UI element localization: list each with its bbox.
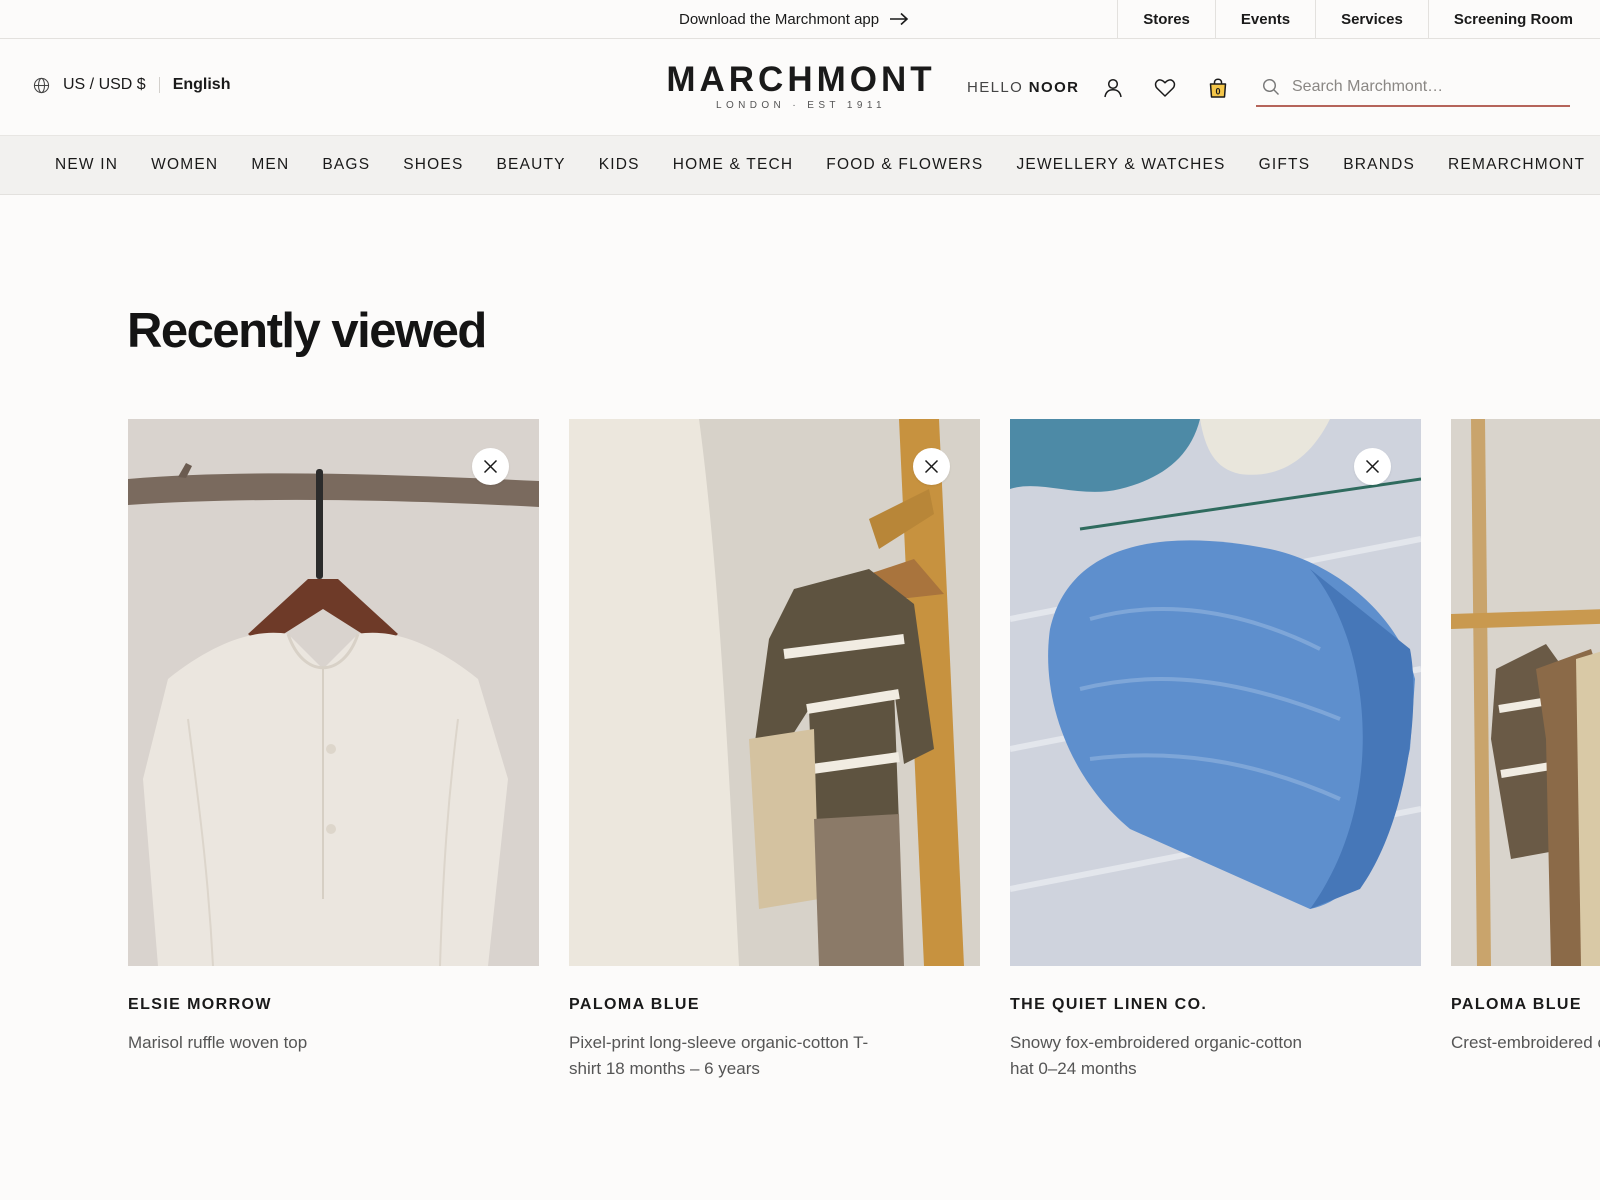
- nav-shoes[interactable]: SHOES: [403, 156, 463, 174]
- bag-count: 0: [1215, 87, 1220, 97]
- nav-kids[interactable]: KIDS: [599, 156, 640, 174]
- app-download-label: Download the Marchmont app: [679, 10, 880, 28]
- product-photo-knit-hat: [1010, 419, 1421, 966]
- site-header: US / USD $ English MARCHMONT LONDON · ES…: [0, 39, 1600, 135]
- currency-selector[interactable]: US / USD $: [63, 76, 146, 94]
- screening-room-link[interactable]: Screening Room: [1427, 0, 1600, 38]
- main-navigation: NEW IN WOMEN MEN BAGS SHOES BEAUTY KIDS …: [0, 135, 1600, 195]
- product-name[interactable]: Snowy fox-embroidered organic-cotton hat…: [1010, 1030, 1330, 1082]
- search-icon: [1262, 78, 1279, 95]
- product-brand[interactable]: PALOMA BLUE: [1451, 996, 1600, 1014]
- arrow-right-icon: [890, 12, 909, 26]
- services-link[interactable]: Services: [1315, 0, 1428, 38]
- stores-link[interactable]: Stores: [1117, 0, 1215, 38]
- nav-jewellery-watches[interactable]: JEWELLERY & WATCHES: [1016, 156, 1225, 174]
- app-download-link[interactable]: Download the Marchmont app: [679, 0, 909, 38]
- section-title: Recently viewed: [127, 304, 487, 358]
- product-image[interactable]: [1451, 419, 1600, 966]
- logo-tagline: LONDON · EST 1911: [715, 100, 887, 111]
- product-photo-clothes-rack: [1451, 419, 1600, 966]
- search-input[interactable]: [1292, 78, 1552, 96]
- nav-remarchmont[interactable]: REMARCHMONT: [1448, 156, 1585, 174]
- close-icon: [924, 459, 939, 474]
- product-name[interactable]: Marisol ruffle woven top: [128, 1030, 448, 1056]
- nav-food-flowers[interactable]: FOOD & FLOWERS: [826, 156, 983, 174]
- product-image[interactable]: [1010, 419, 1421, 966]
- site-logo[interactable]: MARCHMONT LONDON · EST 1911: [665, 60, 937, 112]
- remove-item-button[interactable]: [913, 448, 950, 485]
- heart-icon[interactable]: [1153, 76, 1177, 100]
- locale-selector: US / USD $ English: [33, 76, 230, 94]
- product-name[interactable]: Crest-embroidered cotton top 18 months: [1451, 1030, 1600, 1056]
- user-greeting: HELLO NOOR: [967, 79, 1079, 96]
- events-link[interactable]: Events: [1214, 0, 1315, 38]
- remove-item-button[interactable]: [472, 448, 509, 485]
- utility-bar: Download the Marchmont app Stores Events…: [0, 0, 1600, 39]
- globe-icon: [33, 77, 50, 93]
- close-icon: [1365, 459, 1380, 474]
- search-bar: [1256, 69, 1570, 107]
- product-card: PALOMA BLUE Pixel-print long-sleeve orga…: [569, 419, 980, 1082]
- language-selector[interactable]: English: [173, 76, 231, 94]
- nav-women[interactable]: WOMEN: [151, 156, 218, 174]
- nav-home-tech[interactable]: HOME & TECH: [673, 156, 794, 174]
- remove-item-button[interactable]: [1354, 448, 1391, 485]
- product-image[interactable]: [569, 419, 980, 966]
- product-card: ELSIE MORROW Marisol ruffle woven top: [128, 419, 539, 1056]
- utility-links: Stores Events Services Screening Room: [1117, 0, 1600, 38]
- product-photo-shirt: [128, 419, 539, 966]
- greeting-name: NOOR: [1028, 79, 1080, 96]
- product-photo-striped-top: [569, 419, 980, 966]
- logo-wordmark: MARCHMONT: [666, 60, 936, 99]
- product-image[interactable]: [128, 419, 539, 966]
- close-icon: [483, 459, 498, 474]
- nav-bags[interactable]: BAGS: [322, 156, 370, 174]
- greeting-hello: HELLO: [967, 79, 1024, 96]
- user-icon[interactable]: [1101, 76, 1125, 100]
- locale-divider: [158, 77, 160, 93]
- nav-beauty[interactable]: BEAUTY: [497, 156, 566, 174]
- product-card: PALOMA BLUE Crest-embroidered cotton top…: [1451, 419, 1600, 1056]
- nav-new-in[interactable]: NEW IN: [55, 156, 118, 174]
- shopping-bag-icon[interactable]: 0: [1206, 76, 1230, 100]
- product-card: THE QUIET LINEN CO. Snowy fox-embroidere…: [1010, 419, 1421, 1082]
- product-name[interactable]: Pixel-print long-sleeve organic-cotton T…: [569, 1030, 889, 1082]
- product-brand[interactable]: PALOMA BLUE: [569, 996, 980, 1014]
- nav-gifts[interactable]: GIFTS: [1259, 156, 1311, 174]
- product-brand[interactable]: ELSIE MORROW: [128, 996, 539, 1014]
- nav-brands[interactable]: BRANDS: [1343, 156, 1415, 174]
- nav-men[interactable]: MEN: [251, 156, 289, 174]
- recently-viewed-carousel: ELSIE MORROW Marisol ruffle woven top PA…: [128, 419, 1600, 1119]
- product-brand[interactable]: THE QUIET LINEN CO.: [1010, 996, 1421, 1014]
